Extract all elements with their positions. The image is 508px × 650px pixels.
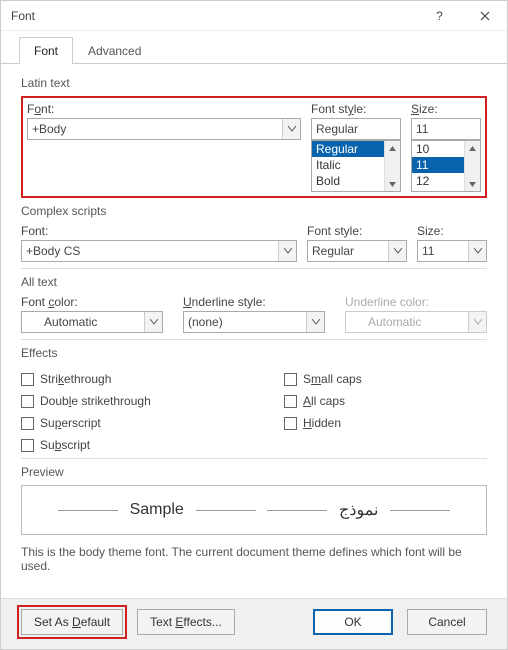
font-label: Font: — [27, 102, 301, 116]
small-caps-checkbox[interactable]: Small caps — [284, 372, 487, 386]
underline-style-combo[interactable]: (none) — [183, 311, 325, 333]
latin-style-input[interactable]: Regular — [311, 118, 401, 140]
divider — [21, 458, 487, 459]
preview-line — [267, 510, 327, 511]
cs-size-combo[interactable]: 11 — [417, 240, 487, 262]
cs-size-label: Size: — [417, 224, 487, 238]
scrollbar[interactable] — [384, 141, 400, 191]
text-effects-button[interactable]: Text Effects... — [137, 609, 235, 635]
divider — [21, 268, 487, 269]
scrollbar[interactable] — [464, 141, 480, 191]
scroll-up-icon[interactable] — [465, 141, 480, 155]
scroll-down-icon[interactable] — [465, 177, 480, 191]
superscript-checkbox[interactable]: Superscript — [21, 416, 224, 430]
checkbox-icon — [284, 373, 297, 386]
latin-style-listbox[interactable]: Regular Italic Bold — [311, 140, 401, 192]
help-button[interactable]: ? — [417, 1, 462, 31]
font-style-label: Font style: — [311, 102, 401, 116]
hidden-checkbox[interactable]: Hidden — [284, 416, 487, 430]
preview-box: Sample نموذج — [21, 485, 487, 535]
cs-font-combo[interactable]: +Body CS — [21, 240, 297, 262]
dialog-title: Font — [11, 9, 417, 23]
all-caps-checkbox[interactable]: All caps — [284, 394, 487, 408]
scroll-up-icon[interactable] — [385, 141, 400, 155]
font-dialog: Font ? www.989214.com Font Advanced Lati… — [0, 0, 508, 650]
checkbox-icon — [21, 417, 34, 430]
complex-scripts-heading: Complex scripts — [21, 204, 487, 218]
preview-sample-rtl: نموذج — [339, 500, 378, 520]
titlebar: Font ? — [1, 1, 507, 31]
dropdown-icon — [282, 119, 300, 139]
dropdown-icon — [468, 241, 486, 261]
latin-section-highlight: Font: +Body Font style: Regular R — [21, 96, 487, 198]
scroll-down-icon[interactable] — [385, 177, 400, 191]
set-as-default-button[interactable]: Set As Default — [21, 609, 123, 635]
latin-text-heading: Latin text — [21, 76, 487, 90]
effects-heading: Effects — [21, 346, 487, 360]
dropdown-icon — [144, 312, 162, 332]
cancel-button[interactable]: Cancel — [407, 609, 487, 635]
subscript-checkbox[interactable]: Subscript — [21, 438, 224, 452]
strikethrough-checkbox[interactable]: Strikethrough — [21, 372, 224, 386]
checkbox-icon — [21, 395, 34, 408]
latin-size-input[interactable]: 11 — [411, 118, 481, 140]
double-strikethrough-checkbox[interactable]: Double strikethrough — [21, 394, 224, 408]
checkbox-icon — [284, 417, 297, 430]
latin-size-listbox[interactable]: 10 11 12 — [411, 140, 481, 192]
preview-line — [58, 510, 118, 511]
cs-style-combo[interactable]: Regular — [307, 240, 407, 262]
latin-font-combo[interactable]: +Body — [27, 118, 301, 140]
dropdown-icon — [278, 241, 296, 261]
tab-font[interactable]: Font — [19, 37, 73, 64]
dropdown-icon — [388, 241, 406, 261]
all-text-heading: All text — [21, 275, 487, 289]
tabs: Font Advanced — [1, 31, 507, 64]
dropdown-icon — [468, 312, 486, 332]
underline-color-label: Underline color: — [345, 295, 487, 309]
font-color-combo[interactable]: Automatic — [21, 311, 163, 333]
font-color-label: Font color: — [21, 295, 163, 309]
checkbox-icon — [21, 439, 34, 452]
underline-style-label: Underline style: — [183, 295, 325, 309]
ok-button[interactable]: OK — [313, 609, 393, 635]
dropdown-icon — [306, 312, 324, 332]
close-button[interactable] — [462, 1, 507, 31]
divider — [21, 339, 487, 340]
close-icon — [480, 11, 490, 21]
underline-color-combo: Automatic — [345, 311, 487, 333]
dialog-buttons: Set As Default Text Effects... OK Cancel — [1, 598, 507, 649]
cs-font-label: Font: — [21, 224, 297, 238]
preview-sample: Sample — [130, 501, 184, 519]
preview-heading: Preview — [21, 465, 487, 479]
preview-line — [390, 510, 450, 511]
cs-style-label: Font style: — [307, 224, 407, 238]
preview-line — [196, 510, 256, 511]
checkbox-icon — [284, 395, 297, 408]
checkbox-icon — [21, 373, 34, 386]
size-label: Size: — [411, 102, 481, 116]
footnote-text: This is the body theme font. The current… — [21, 545, 487, 573]
tab-advanced[interactable]: Advanced — [73, 37, 156, 64]
